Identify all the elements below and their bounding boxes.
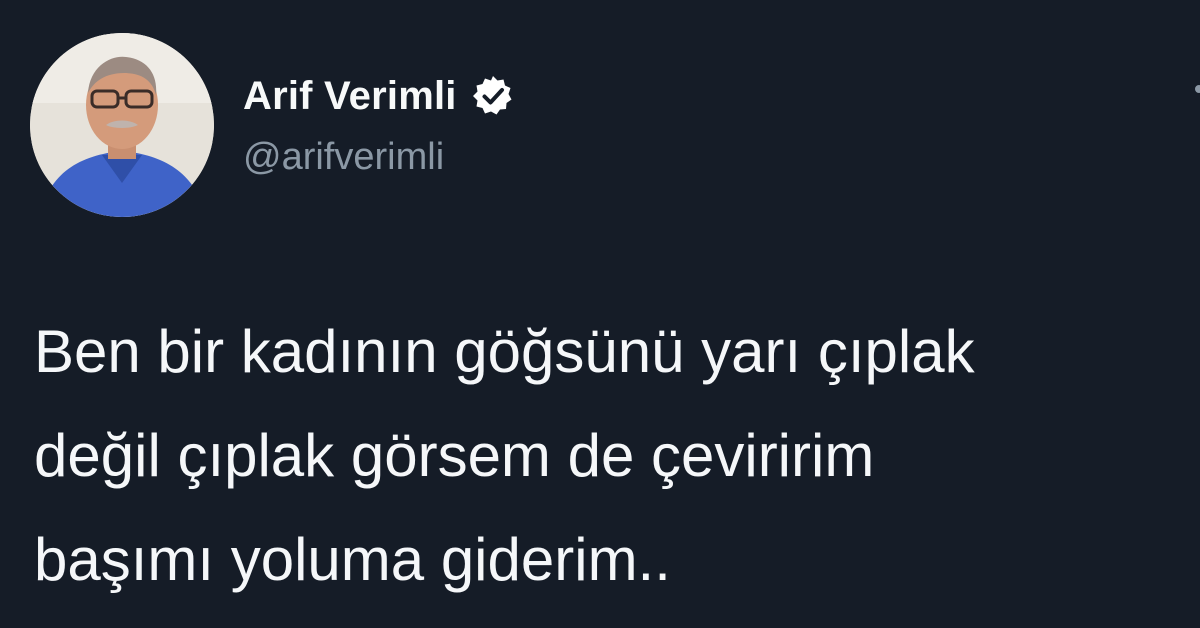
tweet-text-line: Ben bir kadının göğsünü yarı çıplak <box>34 318 975 385</box>
verified-badge-icon <box>472 76 512 115</box>
more-options-icon[interactable] <box>1192 82 1200 96</box>
tweet-text-line: değil çıplak görsem de çeviririm <box>34 422 875 489</box>
handle[interactable]: @arifverimli <box>243 136 515 179</box>
avatar[interactable] <box>30 33 214 217</box>
profile-photo <box>30 33 214 217</box>
display-name[interactable]: Arif Verimli <box>243 74 457 119</box>
author-info: Arif Verimli @arifverimli <box>243 68 515 179</box>
tweet-text-line: başımı yoluma giderim.. <box>34 526 671 593</box>
tweet-text: Ben bir kadının göğsünü yarı çıplak deği… <box>34 300 1194 612</box>
tweet-card: Arif Verimli @arifverimli Ben bir kadını… <box>0 0 1200 628</box>
name-row: Arif Verimli <box>243 68 515 124</box>
